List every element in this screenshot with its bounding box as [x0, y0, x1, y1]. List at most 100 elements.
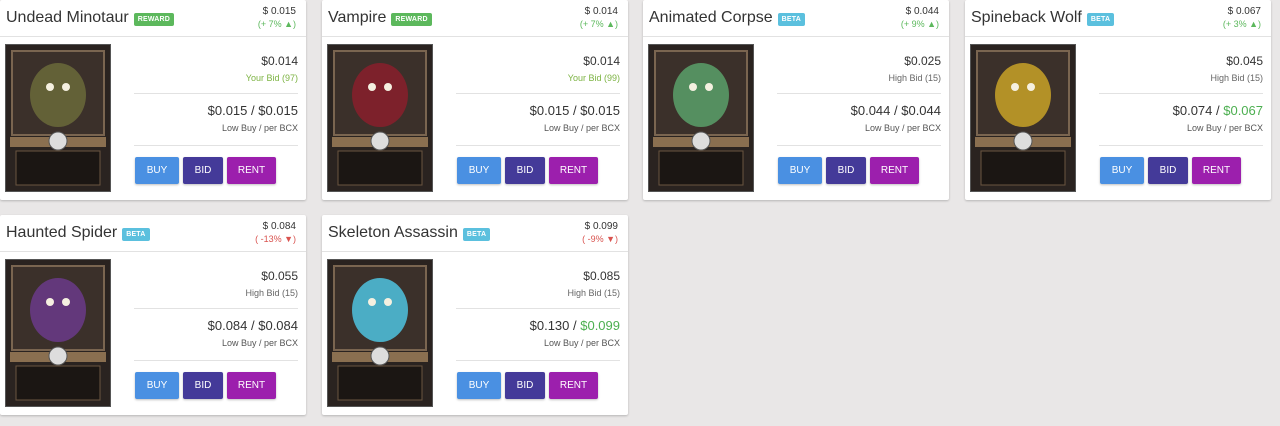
bid-price: $0.055 — [261, 269, 298, 283]
buy-button[interactable]: BUY — [457, 157, 501, 184]
card-image[interactable] — [327, 259, 433, 407]
card-name[interactable]: Skeleton Assassin BETA — [328, 224, 491, 242]
low-buy-info: $0.130 / $0.099 Low Buy / per BCX — [450, 318, 620, 348]
card-name-text[interactable]: Undead Minotaur — [6, 9, 129, 27]
buy-button[interactable]: BUY — [1100, 157, 1144, 184]
card-name[interactable]: Vampire REWARD — [328, 9, 432, 27]
low-buy-value: $0.015 — [207, 103, 248, 118]
action-buttons: BUY BID RENT — [1100, 157, 1241, 184]
price-change: (+ 3% ▲) — [1222, 19, 1261, 29]
rent-button[interactable]: RENT — [227, 372, 276, 399]
card-header: Animated Corpse BETA $ 0.044 (+ 9% ▲) — [643, 0, 949, 37]
action-buttons: BUY BID RENT — [457, 372, 598, 399]
per-bcx-value: $0.099 — [580, 318, 620, 333]
card-name[interactable]: Undead Minotaur REWARD — [6, 9, 175, 27]
bid-button[interactable]: BID — [505, 372, 545, 399]
low-buy-value: $0.130 — [529, 318, 570, 333]
card-image[interactable] — [970, 44, 1076, 192]
card-name-text[interactable]: Animated Corpse — [649, 9, 773, 27]
low-buy-info: $0.044 / $0.044 Low Buy / per BCX — [771, 103, 941, 133]
action-buttons: BUY BID RENT — [778, 157, 919, 184]
low-buy-price: $0.044 / $0.044 — [771, 103, 941, 118]
price-separator: / — [569, 103, 581, 118]
bid-price: $0.025 — [904, 54, 941, 68]
card-image[interactable] — [5, 44, 111, 192]
divider — [134, 145, 298, 146]
card-name-text[interactable]: Haunted Spider — [6, 224, 117, 242]
low-buy-label: Low Buy / per BCX — [864, 123, 941, 133]
low-buy-info: $0.015 / $0.015 Low Buy / per BCX — [450, 103, 620, 133]
card-header: Haunted Spider BETA $ 0.084 ( -13% ▼) — [0, 215, 306, 252]
divider — [1099, 93, 1263, 94]
price-separator: / — [247, 318, 259, 333]
low-buy-price: $0.015 / $0.015 — [128, 103, 298, 118]
bid-label: High Bid (15) — [567, 288, 620, 298]
rent-button[interactable]: RENT — [1192, 157, 1241, 184]
rent-button[interactable]: RENT — [227, 157, 276, 184]
rent-button[interactable]: RENT — [870, 157, 919, 184]
low-buy-info: $0.015 / $0.015 Low Buy / per BCX — [128, 103, 298, 133]
card-spineback-wolf: Spineback Wolf BETA $ 0.067 (+ 3% ▲) $0.045 H… — [965, 0, 1271, 200]
price-change: ( -13% ▼) — [255, 234, 296, 244]
low-buy-value: $0.084 — [207, 318, 248, 333]
price-value: $ 0.044 — [905, 6, 939, 17]
market-price: $ 0.099 ( -9% ▼) — [582, 221, 618, 245]
card-name-text[interactable]: Spineback Wolf — [971, 9, 1082, 27]
bid-label: High Bid (15) — [888, 73, 941, 83]
market-price: $ 0.014 (+ 7% ▲) — [580, 6, 618, 30]
bid-button[interactable]: BID — [505, 157, 545, 184]
low-buy-label: Low Buy / per BCX — [543, 123, 620, 133]
buy-button[interactable]: BUY — [457, 372, 501, 399]
beta-badge: BETA — [462, 227, 491, 241]
low-buy-price: $0.015 / $0.015 — [450, 103, 620, 118]
card-header: Spineback Wolf BETA $ 0.067 (+ 3% ▲) — [965, 0, 1271, 37]
card-name[interactable]: Animated Corpse BETA — [649, 9, 805, 27]
bid-label: High Bid (15) — [245, 288, 298, 298]
low-buy-value: $0.074 — [1172, 103, 1213, 118]
divider — [456, 360, 620, 361]
bid-button[interactable]: BID — [183, 157, 223, 184]
card-undead-minotaur: Undead Minotaur REWARD $ 0.015 (+ 7% ▲) $0.0… — [0, 0, 306, 200]
buy-button[interactable]: BUY — [135, 157, 179, 184]
card-image[interactable] — [327, 44, 433, 192]
card-image[interactable] — [5, 259, 111, 407]
price-value: $ 0.099 — [584, 221, 618, 232]
reward-badge: REWARD — [391, 12, 432, 26]
divider — [777, 93, 941, 94]
bid-label: Your Bid (97) — [245, 73, 298, 83]
bid-button[interactable]: BID — [826, 157, 866, 184]
buy-button[interactable]: BUY — [135, 372, 179, 399]
card-name[interactable]: Spineback Wolf BETA — [971, 9, 1115, 27]
card-vampire: Vampire REWARD $ 0.014 (+ 7% ▲) $0.014 Your B… — [322, 0, 628, 200]
bid-price: $0.014 — [261, 54, 298, 68]
card-name-text[interactable]: Vampire — [328, 9, 386, 27]
price-change: (+ 7% ▲) — [257, 19, 296, 29]
bid-button[interactable]: BID — [183, 372, 223, 399]
bid-info: $0.045 High Bid (15) — [1093, 54, 1263, 83]
low-buy-info: $0.074 / $0.067 Low Buy / per BCX — [1093, 103, 1263, 133]
market-price: $ 0.044 (+ 9% ▲) — [901, 6, 939, 30]
bid-info: $0.014 Your Bid (99) — [450, 54, 620, 83]
price-separator: / — [890, 103, 902, 118]
low-buy-price: $0.074 / $0.067 — [1093, 103, 1263, 118]
low-buy-price: $0.130 / $0.099 — [450, 318, 620, 333]
rent-button[interactable]: RENT — [549, 372, 598, 399]
per-bcx-value: $0.015 — [580, 103, 620, 118]
bid-label: High Bid (15) — [1210, 73, 1263, 83]
card-haunted-spider: Haunted Spider BETA $ 0.084 ( -13% ▼) $0.055… — [0, 215, 306, 415]
card-name[interactable]: Haunted Spider BETA — [6, 224, 150, 242]
rent-button[interactable]: RENT — [549, 157, 598, 184]
bid-info: $0.085 High Bid (15) — [450, 269, 620, 298]
card-image[interactable] — [648, 44, 754, 192]
card-name-text[interactable]: Skeleton Assassin — [328, 224, 458, 242]
bid-button[interactable]: BID — [1148, 157, 1188, 184]
price-separator: / — [247, 103, 259, 118]
low-buy-label: Low Buy / per BCX — [221, 123, 298, 133]
price-separator: / — [1212, 103, 1224, 118]
bid-info: $0.025 High Bid (15) — [771, 54, 941, 83]
beta-badge: BETA — [777, 12, 805, 26]
low-buy-price: $0.084 / $0.084 — [128, 318, 298, 333]
price-value: $ 0.067 — [1227, 6, 1261, 17]
market-price: $ 0.067 (+ 3% ▲) — [1223, 6, 1261, 30]
buy-button[interactable]: BUY — [778, 157, 822, 184]
